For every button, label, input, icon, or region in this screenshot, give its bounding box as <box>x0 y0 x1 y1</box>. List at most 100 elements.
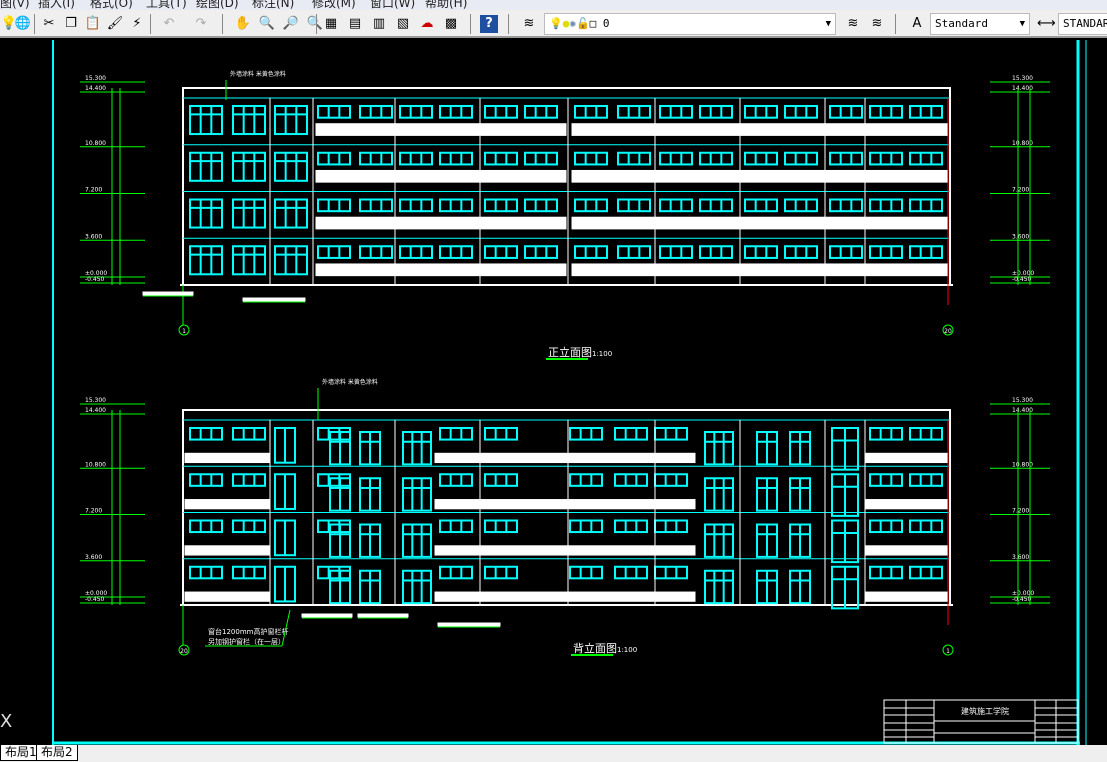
window <box>317 565 351 580</box>
window <box>784 105 818 119</box>
text-style-icon[interactable]: A <box>908 15 926 33</box>
menu-item[interactable]: 格式(O) <box>90 0 133 10</box>
layer-manager-icon[interactable]: ≋ <box>520 15 538 33</box>
label-bar <box>301 613 353 618</box>
window <box>484 105 518 119</box>
help-icon[interactable]: ? <box>480 15 498 33</box>
window <box>569 565 603 580</box>
zoom-realtime-icon[interactable]: 🔍 <box>258 15 276 33</box>
zoom-window-icon[interactable]: 🔎 <box>282 15 300 33</box>
window <box>317 427 351 441</box>
window <box>399 105 433 119</box>
menu-item[interactable]: 窗口(W) <box>370 0 415 10</box>
balcony-railing <box>434 591 696 602</box>
level-mark-left: 10.800 <box>85 461 106 468</box>
chevron-down-icon[interactable]: ▼ <box>1020 14 1025 34</box>
window <box>704 523 734 558</box>
window <box>359 105 393 119</box>
balcony-railing <box>434 499 696 510</box>
dim-style-icon[interactable]: ⟷ <box>1037 15 1056 33</box>
window <box>617 198 651 213</box>
window <box>829 151 863 166</box>
menu-item[interactable]: 插入(I) <box>38 0 75 10</box>
cut-icon[interactable]: ✂ <box>40 15 58 33</box>
window <box>274 151 308 182</box>
window <box>909 198 943 213</box>
match-properties-icon[interactable]: 🖌 <box>106 15 124 33</box>
window <box>909 473 943 487</box>
window <box>359 198 393 213</box>
window <box>659 151 693 166</box>
sheet-set-icon[interactable]: ▧ <box>394 15 412 33</box>
markup-icon[interactable]: ☁ <box>418 15 436 33</box>
window <box>484 565 518 580</box>
window <box>317 151 351 166</box>
window <box>784 198 818 213</box>
window <box>699 198 733 213</box>
calculator-icon[interactable]: ▩ <box>442 15 460 33</box>
menu-item[interactable]: 工具(T) <box>146 0 187 10</box>
window <box>614 473 648 487</box>
balcony-railing <box>315 263 567 277</box>
paste-icon[interactable]: 📋 <box>84 15 102 33</box>
menu-item[interactable]: 标注(N) <box>252 0 294 10</box>
balcony-railing <box>864 452 948 464</box>
undo-icon[interactable]: ↶ <box>160 15 178 33</box>
window <box>524 151 558 166</box>
make-layer-current-icon[interactable]: ≋ <box>844 15 862 33</box>
window <box>484 427 518 441</box>
copy-icon[interactable]: ❐ <box>62 15 80 33</box>
axis-label: 20 <box>944 328 952 335</box>
balcony-railing <box>864 545 948 556</box>
layer-lock-icon[interactable]: 🔓 <box>576 17 590 30</box>
dim-style-dropdown[interactable]: STANDARD <box>1058 13 1107 35</box>
window <box>232 519 266 534</box>
window <box>654 427 688 441</box>
layer-previous-icon[interactable]: ≋ <box>868 15 886 33</box>
window <box>274 198 308 229</box>
window <box>614 565 648 580</box>
tab-layout2[interactable]: 布局2 <box>36 745 78 761</box>
level-mark-left: 10.800 <box>85 140 106 147</box>
level-mark-right: 3.600 <box>1012 554 1029 561</box>
window <box>704 431 734 466</box>
menu-item[interactable]: 图(V) <box>0 0 30 10</box>
layer-viewport-icon[interactable]: ✺ <box>569 17 576 30</box>
menu-item[interactable]: 修改(M) <box>312 0 356 10</box>
window <box>574 151 608 166</box>
pan-icon[interactable]: ✋ <box>234 15 252 33</box>
chevron-down-icon[interactable]: ▼ <box>826 14 831 34</box>
menu-item[interactable]: 绘图(D) <box>196 0 239 10</box>
front-note: 外墙涂料 米黄色涂料 <box>230 70 286 78</box>
window <box>439 151 473 166</box>
window <box>909 565 943 580</box>
window <box>439 198 473 213</box>
balcony-railing <box>571 263 948 277</box>
window <box>869 198 903 213</box>
window <box>232 198 266 229</box>
level-mark-right: -0.450 <box>1012 276 1032 283</box>
window <box>909 427 943 441</box>
window <box>744 245 778 259</box>
menu-item[interactable]: 帮助(H) <box>425 0 467 10</box>
layer-dropdown[interactable]: 💡●✺🔓□ 0 ▼ <box>544 13 836 35</box>
design-center-icon[interactable]: ▤ <box>346 15 364 33</box>
properties-icon[interactable]: ▦ <box>322 15 340 33</box>
drawing-canvas[interactable]: X 15.300 15.300 14.400 14.400 10.800 10.800 7.2… <box>0 40 1107 745</box>
globe-icon[interactable]: 🌐 <box>14 15 32 33</box>
window <box>189 198 223 229</box>
ucs-icon: X <box>0 711 12 732</box>
block-editor-icon[interactable]: ⚡ <box>128 15 146 33</box>
window <box>232 473 266 487</box>
window <box>659 245 693 259</box>
window <box>439 427 473 441</box>
layout-tabs: 布局1 布局2 <box>0 745 1107 762</box>
level-mark-left: 7.200 <box>85 187 102 194</box>
layer-on-icon[interactable]: 💡 <box>549 17 563 30</box>
tool-palettes-icon[interactable]: ▥ <box>370 15 388 33</box>
window <box>317 473 351 487</box>
redo-icon[interactable]: ↷ <box>192 15 210 33</box>
window <box>869 245 903 259</box>
window <box>869 565 903 580</box>
text-style-dropdown[interactable]: Standard ▼ <box>930 13 1030 35</box>
